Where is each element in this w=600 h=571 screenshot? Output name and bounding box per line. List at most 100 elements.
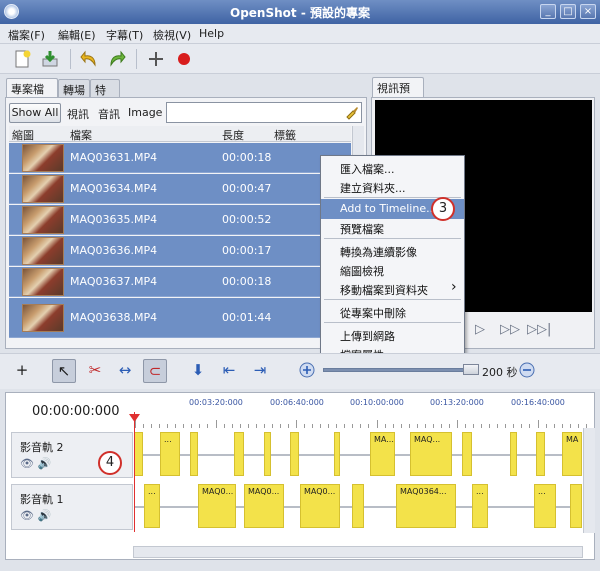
menu-help[interactable]: Help — [199, 27, 224, 40]
skip-end-icon[interactable]: ▷▷| — [527, 322, 551, 337]
timeline-clip[interactable] — [290, 432, 299, 476]
ruler-tick — [328, 424, 330, 428]
timeline-clip[interactable] — [510, 432, 517, 476]
column-tags[interactable]: 標籤 — [274, 127, 296, 143]
column-length[interactable]: 長度 — [222, 127, 244, 143]
file-row[interactable]: MAQ03638.MP4 00:01:44 — [9, 298, 351, 338]
add-marker-icon[interactable]: ⬇ — [186, 359, 210, 383]
tab-effects[interactable]: 特效 — [90, 79, 120, 113]
file-row[interactable]: MAQ03637.MP4 00:00:18 — [9, 267, 351, 297]
menu-subtitle[interactable]: 字幕(T) — [106, 27, 143, 43]
timeline-clip[interactable] — [462, 432, 472, 476]
filter-audio[interactable]: 音訊 — [98, 106, 120, 122]
tab-transitions[interactable]: 轉場 — [58, 79, 90, 98]
tab-video-preview[interactable]: 視訊預覽 — [372, 77, 424, 111]
undo-icon[interactable] — [80, 49, 100, 69]
previous-marker-icon[interactable]: ⇤ — [217, 359, 241, 383]
playhead[interactable] — [134, 412, 135, 532]
menu-item-preview-file[interactable]: 預覽檔案 — [340, 221, 384, 237]
save-project-icon[interactable] — [40, 49, 60, 69]
track-header[interactable]: 影音軌 1 👁 🔊 — [11, 484, 133, 530]
timeline-clip[interactable] — [352, 484, 364, 528]
menu-separator — [324, 322, 461, 323]
timeline-clip[interactable] — [334, 432, 340, 476]
timeline-clip[interactable]: ... — [534, 484, 556, 528]
visibility-audio-icon[interactable]: 👁 🔊 — [20, 509, 51, 522]
timeline-clip[interactable] — [264, 432, 271, 476]
ruler-tick — [392, 424, 394, 428]
timeline-clip[interactable]: MA — [562, 432, 582, 476]
timeline-clip[interactable]: MAQ0... — [198, 484, 236, 528]
playhead-marker-icon[interactable] — [129, 414, 140, 422]
show-all-button[interactable]: Show All — [9, 103, 61, 123]
timeline-clip[interactable]: MA... — [370, 432, 395, 476]
file-row[interactable]: MAQ03636.MP4 00:00:17 — [9, 236, 351, 266]
menu-item-upload[interactable]: 上傳到網路 — [340, 328, 395, 344]
ruler-label: 00:13:20:000 — [430, 398, 484, 407]
menu-item-thumbnail-view[interactable]: 縮圖檢視 — [340, 263, 384, 279]
close-icon[interactable]: × — [580, 4, 596, 19]
timeline-clip[interactable]: MAQ... — [410, 432, 452, 476]
file-row[interactable]: MAQ03631.MP4 00:00:18 — [9, 143, 351, 173]
snapping-magnet-icon[interactable]: ⊂ — [143, 359, 167, 383]
column-thumbnail[interactable]: 縮圖 — [12, 127, 34, 143]
resize-tool-icon[interactable]: ↔ — [113, 359, 137, 383]
column-file[interactable]: 檔案 — [70, 127, 92, 143]
timeline-horizontal-scrollbar[interactable] — [133, 546, 583, 558]
menu-item-import-files[interactable]: 匯入檔案... — [340, 161, 395, 177]
menu-edit[interactable]: 編輯(E) — [58, 27, 96, 43]
minimize-icon[interactable]: _ — [540, 4, 556, 19]
timeline-clip[interactable]: MAQ0... — [244, 484, 284, 528]
track-lane[interactable]: ... MAQ0... MAQ0... MAQ0... MAQ0364... .… — [134, 484, 582, 530]
timeline-clip[interactable] — [190, 432, 198, 476]
file-row[interactable]: MAQ03634.MP4 00:00:47 — [9, 174, 351, 204]
ruler-tick — [263, 424, 265, 428]
zoom-slider-track[interactable] — [323, 368, 473, 372]
timeline-clip[interactable] — [134, 432, 143, 476]
filter-video[interactable]: 視訊 — [67, 106, 89, 122]
ruler-tick — [151, 424, 153, 428]
file-name: MAQ03635.MP4 — [70, 213, 158, 226]
record-icon[interactable] — [174, 49, 194, 69]
visibility-audio-icon[interactable]: 👁 🔊 — [20, 457, 51, 470]
menu-item-move-to-folder[interactable]: 移動檔案到資料夾 — [340, 282, 428, 298]
redo-icon[interactable] — [106, 49, 126, 69]
zoom-slider-handle[interactable] — [463, 364, 479, 375]
play-icon[interactable]: ▷ — [475, 322, 485, 337]
clear-search-icon[interactable] — [344, 104, 360, 120]
ruler-tick — [408, 424, 410, 428]
maximize-icon[interactable]: □ — [560, 4, 576, 19]
next-marker-icon[interactable]: ⇥ — [248, 359, 272, 383]
timeline-clip[interactable]: ... — [160, 432, 180, 476]
track-lane[interactable]: ... MA... MAQ... MA — [134, 432, 582, 478]
menu-item-remove-from-project[interactable]: 從專案中刪除 — [340, 305, 406, 321]
search-input[interactable] — [166, 102, 362, 123]
menu-view[interactable]: 檢視(V) — [153, 27, 191, 43]
menu-item-create-folder[interactable]: 建立資料夾... — [340, 180, 406, 196]
tab-project-files[interactable]: 專案檔案 — [6, 78, 58, 112]
timeline-clip[interactable]: MAQ0... — [300, 484, 340, 528]
zoom-in-icon[interactable] — [298, 361, 316, 379]
timeline-clip[interactable] — [234, 432, 244, 476]
timeline-clip[interactable] — [536, 432, 545, 476]
timeline-clip[interactable]: ... — [144, 484, 160, 528]
timeline-clip[interactable] — [570, 484, 582, 528]
menu-item-convert-image-sequence[interactable]: 轉換為連續影像 — [340, 244, 417, 260]
razor-tool-icon[interactable]: ✂ — [83, 359, 107, 383]
filter-image[interactable]: Image — [128, 106, 162, 119]
file-row[interactable]: MAQ03635.MP4 00:00:52 — [9, 205, 351, 235]
track-name: 影音軌 1 — [20, 493, 64, 506]
timeline-clip[interactable]: ... — [472, 484, 488, 528]
timeline-clip[interactable]: MAQ0364... — [396, 484, 456, 528]
add-track-icon[interactable]: + — [10, 359, 34, 383]
new-project-icon[interactable] — [12, 49, 32, 69]
ruler-tick — [159, 424, 161, 428]
menu-file[interactable]: 檔案(F) — [8, 27, 45, 43]
add-track-icon[interactable] — [146, 49, 166, 69]
window-title: OpenShot - 預設的專案 — [230, 6, 370, 20]
timeline-vertical-scrollbar[interactable] — [583, 428, 595, 533]
select-tool-icon[interactable]: ↖ — [52, 359, 76, 383]
zoom-out-icon[interactable] — [518, 361, 536, 379]
fast-forward-icon[interactable]: ▷▷ — [500, 322, 520, 337]
file-thumbnail — [22, 206, 64, 234]
